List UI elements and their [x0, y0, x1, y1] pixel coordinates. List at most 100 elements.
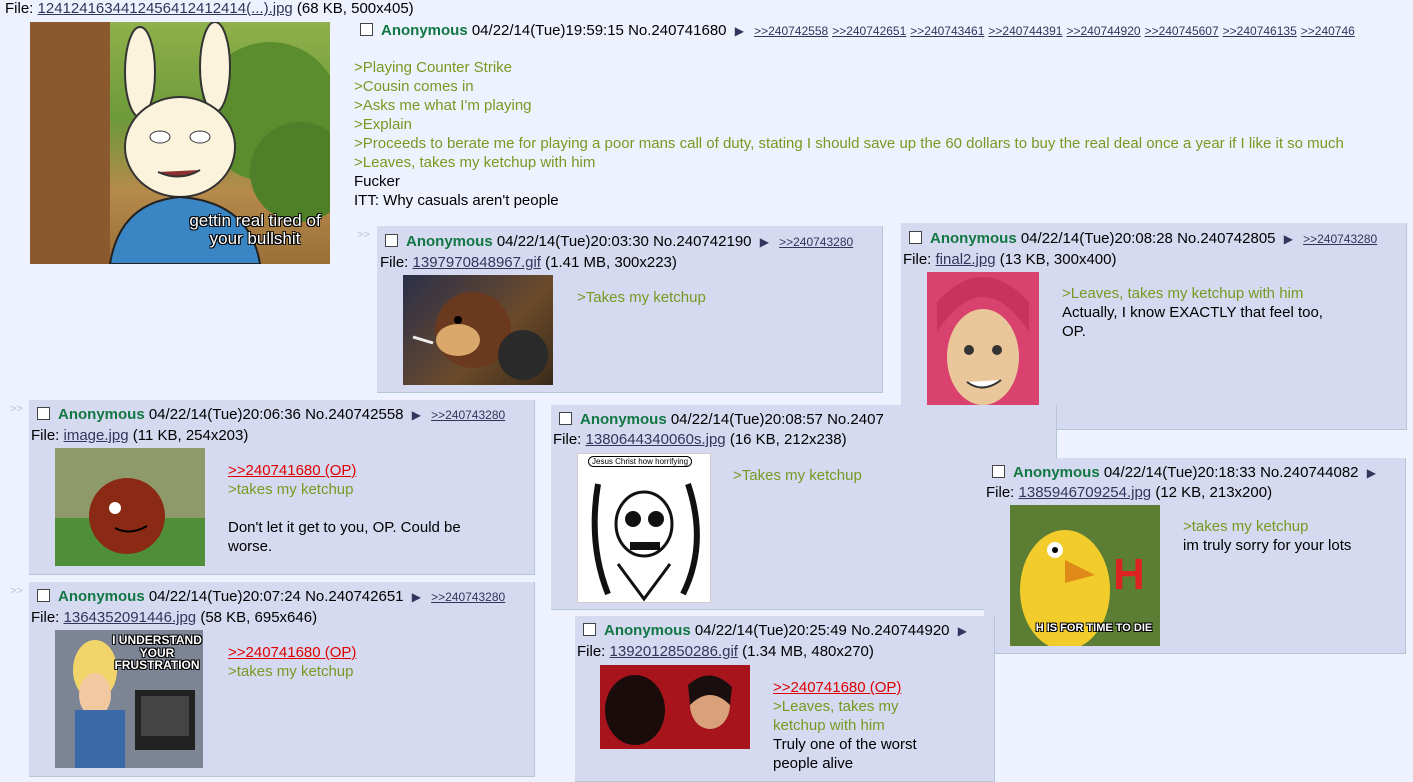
backlink[interactable]: >>240742558 [754, 24, 828, 38]
file-info: File: 1380644340060s.jpg (16 KB, 212x238… [553, 431, 847, 448]
file-meta: (11 KB, 254x203) [132, 427, 249, 444]
poster-name: Anonymous [58, 588, 145, 605]
checkbox-icon[interactable] [559, 411, 572, 425]
backlink[interactable]: >>240746135 [1223, 24, 1297, 38]
post-datetime: 04/22/14(Tue)20:18:33 [1103, 464, 1256, 481]
checkbox-icon[interactable] [909, 230, 922, 244]
post-datetime: 04/22/14(Tue)20:07:24 [148, 588, 301, 605]
reply-separator: >> [10, 585, 23, 597]
thumbnail[interactable] [927, 272, 1039, 421]
post-header: Anonymous 04/22/14(Tue)20:25:49 No.24074… [583, 622, 973, 639]
op-quote-link[interactable]: >>240741680 (OP) [228, 462, 356, 479]
checkbox-icon[interactable] [360, 22, 373, 36]
poster-name: Anonymous [580, 411, 667, 428]
checkbox-icon[interactable] [37, 406, 50, 420]
post-number[interactable]: No.240744082 [1260, 464, 1358, 481]
post-number[interactable]: No.240741680 [628, 22, 726, 39]
menu-arrow-icon[interactable]: ▶ [412, 408, 421, 422]
post-number[interactable]: No.240742805 [1177, 230, 1275, 247]
greentext-line: >Takes my ketchup [733, 467, 862, 484]
backlink[interactable]: >>240742651 [832, 24, 906, 38]
post-message: >>240741680 (OP) >takes my ketchup [228, 643, 356, 681]
post-number[interactable]: No.240742190 [653, 233, 751, 250]
menu-arrow-icon[interactable]: ▶ [1284, 232, 1293, 246]
post-number[interactable]: No.2407 [827, 411, 884, 428]
backlink[interactable]: >>240744391 [988, 24, 1062, 38]
post-header: Anonymous 04/22/14(Tue)20:08:28 No.24074… [909, 230, 1381, 247]
file-label: File: [31, 427, 60, 444]
letter-h-sign: H [1113, 550, 1145, 599]
backlink[interactable]: >>240743280 [1303, 232, 1377, 246]
backlink[interactable]: >>240743280 [779, 235, 853, 249]
thumbnail[interactable]: Jesus Christ how horrifying [577, 453, 711, 603]
post-number[interactable]: No.240744920 [851, 622, 949, 639]
text-line: ITT: Why casuals aren't people [354, 192, 559, 209]
text-line: Actually, I know EXACTLY that feel too, [1062, 304, 1323, 321]
image-caption: Jesus Christ how horrifying [588, 456, 693, 467]
file-link[interactable]: image.jpg [64, 427, 129, 444]
op-quote-link[interactable]: >>240741680 (OP) [228, 644, 356, 661]
poster-name: Anonymous [406, 233, 493, 250]
reply-240742558: Anonymous 04/22/14(Tue)20:06:36 No.24074… [29, 400, 535, 575]
post-message: >Leaves, takes my ketchup with him Actua… [1062, 284, 1323, 341]
backlink[interactable]: >>240744920 [1066, 24, 1140, 38]
post-number[interactable]: No.240742651 [305, 588, 403, 605]
text-line: im truly sorry for your lots [1183, 537, 1352, 554]
op-quote-link[interactable]: >>240741680 (OP) [773, 679, 901, 696]
post-message: >Takes my ketchup [733, 466, 862, 485]
text-line: worse. [228, 538, 273, 555]
menu-arrow-icon[interactable]: ▶ [1367, 466, 1376, 480]
checkbox-icon[interactable] [37, 588, 50, 602]
thumbnail[interactable]: H H IS FOR TIME TO DIE [1010, 505, 1160, 646]
post-datetime: 04/22/14(Tue)20:25:49 [694, 622, 847, 639]
file-link[interactable]: 1397970848967.gif [413, 254, 541, 271]
post-header: Anonymous 04/22/14(Tue)20:06:36 No.24074… [37, 406, 509, 423]
pink-hair-face-image [927, 272, 1039, 421]
greentext-line: >takes my ketchup [1183, 518, 1309, 535]
post-message: >Takes my ketchup [577, 288, 706, 307]
backlink[interactable]: >>240743461 [910, 24, 984, 38]
checkbox-icon[interactable] [583, 622, 596, 636]
thumbnail[interactable] [403, 275, 553, 385]
thumbnail[interactable] [55, 448, 205, 566]
thumbnail[interactable] [600, 665, 750, 749]
backlink[interactable]: >>240745607 [1145, 24, 1219, 38]
op-file-link[interactable]: 124124163441245641241241​4(...).jpg [38, 0, 293, 17]
poster-name: Anonymous [1013, 464, 1100, 481]
post-number[interactable]: No.240742558 [305, 406, 403, 423]
image-caption: H IS FOR TIME TO DIE [1035, 622, 1153, 634]
post-header: Anonymous 04/22/14(Tue)20:03:30 No.24074… [385, 233, 857, 250]
checkbox-icon[interactable] [385, 233, 398, 247]
donkey-kong-image [412, 292, 548, 380]
file-link[interactable]: final2.jpg [936, 251, 996, 268]
post-datetime: 04/22/14(Tue)20:03:30 [496, 233, 649, 250]
file-meta: (1.41 MB, 300x223) [545, 254, 677, 271]
backlink[interactable]: >>240743280 [431, 408, 505, 422]
greentext-line: >Cousin comes in [354, 78, 474, 95]
file-link[interactable]: 1364352091446.jpg [64, 609, 197, 626]
file-link[interactable]: 1385946709254.jpg [1019, 484, 1152, 501]
checkbox-icon[interactable] [992, 464, 1005, 478]
post-header: Anonymous 04/22/14(Tue)20:18:33 No.24074… [992, 464, 1382, 481]
menu-arrow-icon[interactable]: ▶ [760, 235, 769, 249]
text-line: people alive [773, 755, 854, 772]
greentext-line: >takes my ketchup [228, 663, 354, 680]
op-post-header: Anonymous 04/22/14(Tue)19:59:15 No.24074… [360, 22, 1359, 39]
menu-arrow-icon[interactable]: ▶ [735, 24, 744, 38]
reply-240742805: Anonymous 04/22/14(Tue)20:08:28 No.24074… [901, 223, 1407, 430]
post-datetime: 04/22/14(Tue)20:08:28 [1020, 230, 1173, 247]
thumbnail[interactable]: I UNDERSTAND YOUR FRUSTRATION [55, 630, 203, 768]
backlink[interactable]: >>240743280 [431, 590, 505, 604]
file-meta: (1.34 MB, 480x270) [742, 643, 874, 660]
greentext-line: >Playing Counter Strike [354, 59, 512, 76]
op-thumbnail[interactable]: gettin real tired of your bullshit [30, 22, 330, 264]
file-label: File: [553, 431, 582, 448]
file-link[interactable]: 1380644340060s.jpg [586, 431, 726, 448]
reply-240742190: Anonymous 04/22/14(Tue)20:03:30 No.24074… [377, 226, 883, 393]
menu-arrow-icon[interactable]: ▶ [958, 624, 967, 638]
post-message: >>240741680 (OP) >Leaves, takes my ketch… [773, 678, 917, 773]
backlink[interactable]: >>240746 [1301, 24, 1355, 38]
file-link[interactable]: 1392012850286.gif [610, 643, 738, 660]
post-datetime: 04/22/14(Tue)19:59:15 [471, 22, 624, 39]
menu-arrow-icon[interactable]: ▶ [412, 590, 421, 604]
